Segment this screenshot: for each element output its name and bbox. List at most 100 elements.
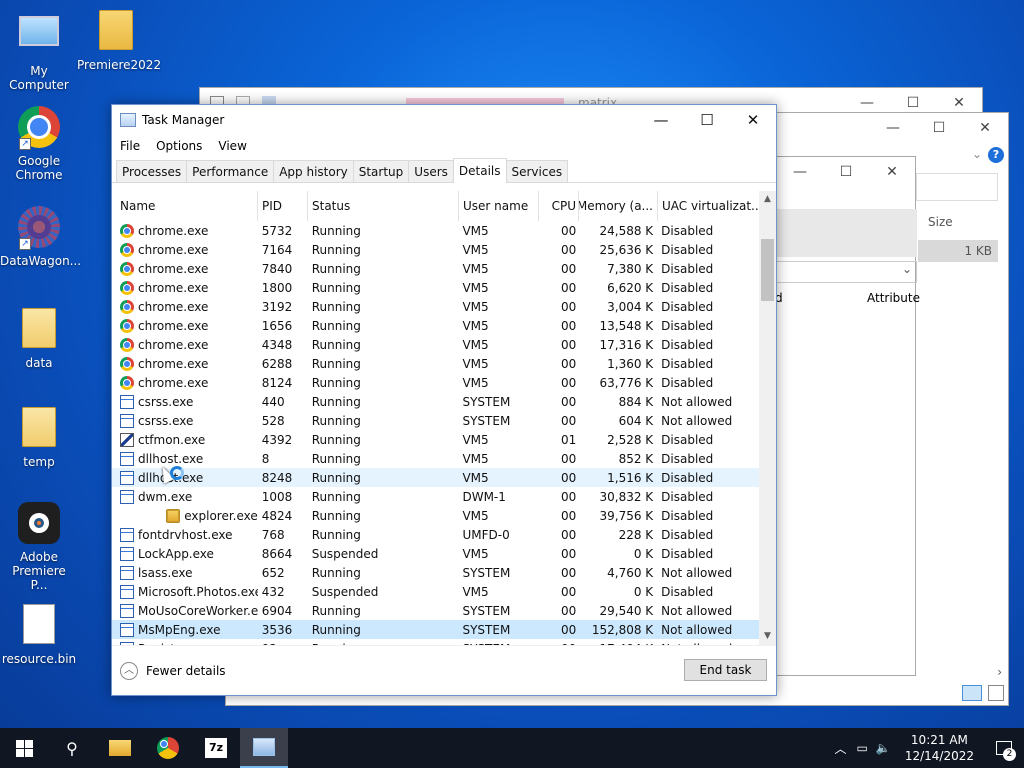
desktop-icon-google-chrome[interactable]: ↗ Google Chrome <box>0 106 78 182</box>
process-row[interactable]: chrome.exe 8124 Running VM5 00 63,776 K Disabl… <box>112 373 759 392</box>
pid-cell: 6288 <box>261 356 293 371</box>
menu-options[interactable]: Options <box>156 139 202 153</box>
process-row[interactable]: csrss.exe 528 Running SYSTEM 00 604 K Not allo… <box>112 411 759 430</box>
minimize-icon[interactable]: — <box>844 95 890 111</box>
process-row[interactable]: explorer.exe 4824 Running VM5 00 39,756 K Disa… <box>112 506 759 525</box>
desktop-icon-datawagon[interactable]: ↗ DataWagon... <box>0 206 81 268</box>
process-row[interactable]: chrome.exe 7164 Running VM5 00 25,636 K Disabl… <box>112 240 759 259</box>
task-manager-window[interactable]: Task Manager — ☐ ✕ File Options View Pro… <box>111 104 777 696</box>
close-icon[interactable]: ✕ <box>962 120 1008 136</box>
desktop-icon-my-computer[interactable]: My Computer <box>0 10 78 92</box>
details-view-icon[interactable] <box>962 685 982 701</box>
process-row[interactable]: dllhost.exe 8248 Running VM5 00 1,516 K Disabl… <box>112 468 759 487</box>
desktop-icon-temp[interactable]: temp <box>0 407 78 469</box>
cpu-cell: 00 <box>561 603 577 618</box>
taskbar-task-manager[interactable] <box>240 728 288 768</box>
clock[interactable]: 10:21 AM 12/14/2022 <box>905 732 974 764</box>
minimize-icon[interactable]: — <box>777 164 823 180</box>
volume-icon[interactable]: 🔈 <box>876 741 891 755</box>
process-row[interactable]: chrome.exe 1800 Running VM5 00 6,620 K Disable… <box>112 278 759 297</box>
process-row[interactable]: chrome.exe 7840 Running VM5 00 7,380 K Disable… <box>112 259 759 278</box>
menu-view[interactable]: View <box>218 139 246 153</box>
column-header-status[interactable]: Status <box>308 191 459 221</box>
process-row[interactable]: LockApp.exe 8664 Suspended VM5 00 0 K Disabled <box>112 544 759 563</box>
column-header-memory[interactable]: Memory (a... <box>579 191 658 221</box>
process-row[interactable]: MsMpEng.exe 3536 Running SYSTEM 00 152,808 K N… <box>112 620 759 639</box>
desktop-icon-premiere2022[interactable]: Premiere2022 <box>77 10 161 72</box>
end-task-button[interactable]: End task <box>684 659 767 681</box>
tab-app-history[interactable]: App history <box>273 160 354 182</box>
process-row[interactable]: chrome.exe 3192 Running VM5 00 3,004 K Disable… <box>112 297 759 316</box>
tab-details[interactable]: Details <box>452 158 507 183</box>
process-row[interactable]: lsass.exe 652 Running SYSTEM 00 4,760 K Not al… <box>112 563 759 582</box>
cpu-cell: 00 <box>561 451 577 466</box>
user-name-cell: SYSTEM <box>462 603 511 618</box>
horizontal-scroll-right-icon[interactable]: › <box>997 665 1002 679</box>
menu-file[interactable]: File <box>120 139 140 153</box>
process-row[interactable]: chrome.exe 1656 Running VM5 00 13,548 K Disabl… <box>112 316 759 335</box>
fewer-details-button[interactable]: ︿ Fewer details <box>120 661 226 680</box>
process-row[interactable]: chrome.exe 4348 Running VM5 00 17,316 K Disabl… <box>112 335 759 354</box>
chevron-down-icon[interactable]: ⌄ <box>972 147 982 161</box>
close-icon[interactable]: ✕ <box>730 105 776 135</box>
maximize-icon[interactable]: ☐ <box>823 164 869 180</box>
process-row[interactable]: ctfmon.exe 4392 Running VM5 01 2,528 K Disable… <box>112 430 759 449</box>
desktop-icon-adobe-premiere[interactable]: Adobe Premiere P... <box>0 502 78 592</box>
maximize-icon[interactable]: ☐ <box>890 95 936 111</box>
uac-cell: Disabled <box>661 527 714 542</box>
maximize-icon[interactable]: ☐ <box>684 105 730 135</box>
process-row[interactable]: csrss.exe 440 Running SYSTEM 00 884 K Not allo… <box>112 392 759 411</box>
close-icon[interactable]: ✕ <box>869 164 915 180</box>
minimize-icon[interactable]: — <box>638 105 684 135</box>
menu-bar: File Options View <box>112 135 776 157</box>
column-header-cpu[interactable]: CPU <box>539 191 579 221</box>
search-icon: ⚲ <box>66 738 78 758</box>
process-name-cell: LockApp.exe <box>112 546 258 561</box>
column-header-pid[interactable]: PID <box>258 191 308 221</box>
desktop-icon-resource-bin[interactable]: resource.bin <box>0 604 78 666</box>
process-name: chrome.exe <box>138 261 209 276</box>
vertical-scrollbar[interactable]: ▲ ▼ <box>759 191 776 645</box>
process-icon <box>120 394 134 409</box>
process-name-cell: chrome.exe <box>112 242 258 257</box>
scrollbar-thumb[interactable] <box>761 239 774 301</box>
scroll-down-icon[interactable]: ▼ <box>759 628 776 645</box>
column-header-attribute[interactable]: Attribute <box>867 291 920 305</box>
tab-users[interactable]: Users <box>408 160 454 182</box>
thumbnail-view-icon[interactable] <box>988 685 1004 701</box>
process-row[interactable]: chrome.exe 6288 Running VM5 00 1,360 K Disable… <box>112 354 759 373</box>
process-row[interactable]: MoUsoCoreWorker.e... 6904 Running SYSTEM 00 2… <box>112 601 759 620</box>
tab-processes[interactable]: Processes <box>116 160 188 182</box>
chevron-up-icon[interactable]: ︿ <box>835 740 847 757</box>
start-button[interactable] <box>0 728 48 768</box>
search-box[interactable] <box>916 173 998 201</box>
process-row[interactable]: fontdrvhost.exe 768 Running UMFD-0 00 228 K Di… <box>112 525 759 544</box>
taskbar-chrome[interactable] <box>144 728 192 768</box>
status-cell: Running <box>311 413 361 428</box>
maximize-icon[interactable]: ☐ <box>916 120 962 136</box>
process-row[interactable]: dwm.exe 1008 Running DWM-1 00 30,832 K Disable… <box>112 487 759 506</box>
tab-services[interactable]: Services <box>505 160 569 182</box>
taskbar-file-explorer[interactable] <box>96 728 144 768</box>
column-header-size[interactable]: Size <box>928 215 953 229</box>
column-header-uac-virtualization[interactable]: UAC virtualizat... <box>658 191 760 221</box>
column-header-user-name[interactable]: User name <box>459 191 539 221</box>
status-cell: Running <box>311 242 361 257</box>
desktop-icon-data[interactable]: data <box>0 308 78 370</box>
minimize-icon[interactable]: — <box>870 120 916 136</box>
notification-center-button[interactable]: 2 <box>984 728 1024 768</box>
help-icon[interactable]: ? <box>988 147 1004 163</box>
close-icon[interactable]: ✕ <box>936 95 982 111</box>
desktop-icon-label: Adobe Premiere P... <box>12 550 66 592</box>
process-row[interactable]: chrome.exe 5732 Running VM5 00 24,588 K Disabl… <box>112 221 759 240</box>
search-button[interactable]: ⚲ <box>48 728 96 768</box>
title-bar[interactable]: Task Manager — ☐ ✕ <box>112 105 776 135</box>
scroll-up-icon[interactable]: ▲ <box>759 191 776 208</box>
taskbar-7zip[interactable]: 7z <box>192 728 240 768</box>
process-row[interactable]: Microsoft.Photos.exe 432 Suspended VM5 00 0 K… <box>112 582 759 601</box>
status-cell: Running <box>311 337 361 352</box>
process-row[interactable]: dllhost.exe 8 Running VM5 00 852 K Disabled <box>112 449 759 468</box>
tab-startup[interactable]: Startup <box>352 160 410 182</box>
tab-performance[interactable]: Performance <box>186 160 275 182</box>
network-icon[interactable]: ▭ <box>857 741 868 755</box>
